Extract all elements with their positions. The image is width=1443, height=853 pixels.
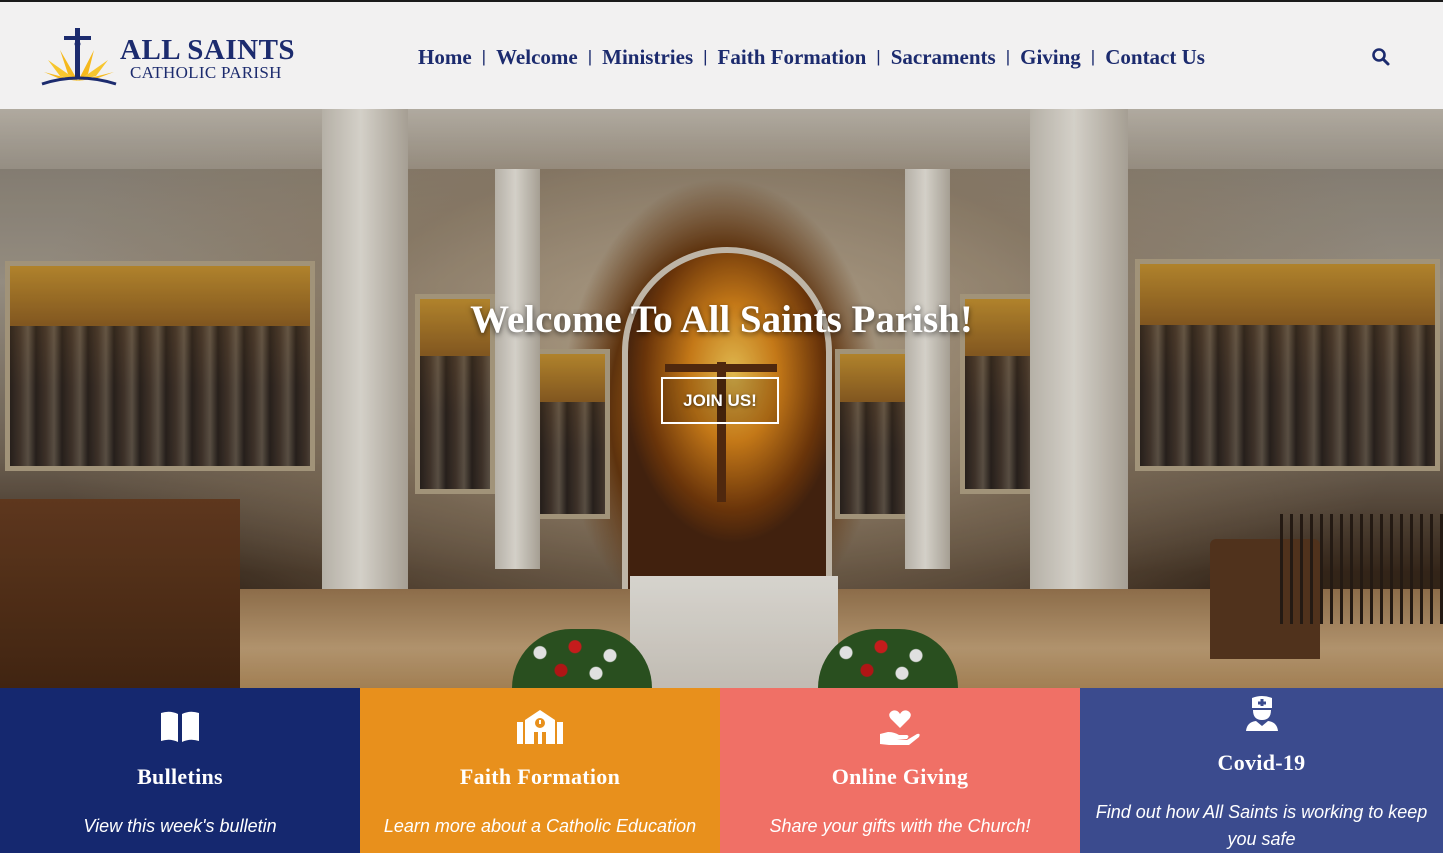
nav-ministries[interactable]: Ministries xyxy=(594,45,701,70)
nav-giving[interactable]: Giving xyxy=(1012,45,1089,70)
nav-sacraments[interactable]: Sacraments xyxy=(883,45,1004,70)
search-button[interactable] xyxy=(1370,46,1392,68)
nav-home[interactable]: Home xyxy=(410,45,480,70)
tile-description: Find out how All Saints is working to ke… xyxy=(1095,802,1428,849)
tile-description: View this week's bulletin xyxy=(83,816,277,836)
nurse-icon xyxy=(1245,696,1278,731)
hero-title: Welcome To All Saints Parish! xyxy=(470,298,973,341)
book-icon xyxy=(161,711,199,742)
hero-banner: Welcome To All Saints Parish! JOIN US! xyxy=(0,109,1443,688)
crucifix-sunburst-icon xyxy=(41,28,117,86)
tile-online-giving[interactable]: Online Giving Share your gifts with the … xyxy=(720,688,1080,853)
tile-title: Faith Formation xyxy=(459,764,621,789)
nav-welcome[interactable]: Welcome xyxy=(488,45,586,70)
nav-faith-formation[interactable]: Faith Formation xyxy=(710,45,875,70)
tile-description: Learn more about a Catholic Education xyxy=(383,816,697,836)
main-nav: Home | Welcome | Ministries | Faith Form… xyxy=(410,42,1213,72)
search-icon xyxy=(1372,48,1390,66)
tile-title: Online Giving xyxy=(831,764,969,789)
nav-separator: | xyxy=(703,47,708,66)
tile-covid-19[interactable]: Covid-19 Find out how All Saints is work… xyxy=(1080,688,1443,853)
parish-logo[interactable]: ALL SAINTS CATHOLIC PARISH xyxy=(38,26,298,88)
site-header: ALL SAINTS CATHOLIC PARISH Home | Welcom… xyxy=(0,0,1443,109)
tile-bulletins[interactable]: Bulletins View this week's bulletin xyxy=(0,688,360,853)
join-us-button[interactable]: JOIN US! xyxy=(661,377,779,424)
school-icon xyxy=(517,710,563,744)
hand-heart-icon xyxy=(880,710,920,745)
nav-separator: | xyxy=(876,47,881,66)
tile-title: Bulletins xyxy=(137,764,223,789)
tile-description: Share your gifts with the Church! xyxy=(769,816,1031,836)
nav-separator: | xyxy=(1090,47,1096,66)
nav-separator: | xyxy=(587,47,593,66)
tile-title: Covid-19 xyxy=(1217,750,1306,775)
logo-subtitle: CATHOLIC PARISH xyxy=(130,63,282,82)
nav-separator: | xyxy=(481,47,487,66)
nav-contact-us[interactable]: Contact Us xyxy=(1097,45,1213,70)
nav-separator: | xyxy=(1005,47,1011,66)
feature-tiles: Bulletins View this week's bulletin Fait… xyxy=(0,688,1443,853)
tile-faith-formation[interactable]: Faith Formation Learn more about a Catho… xyxy=(360,688,720,853)
